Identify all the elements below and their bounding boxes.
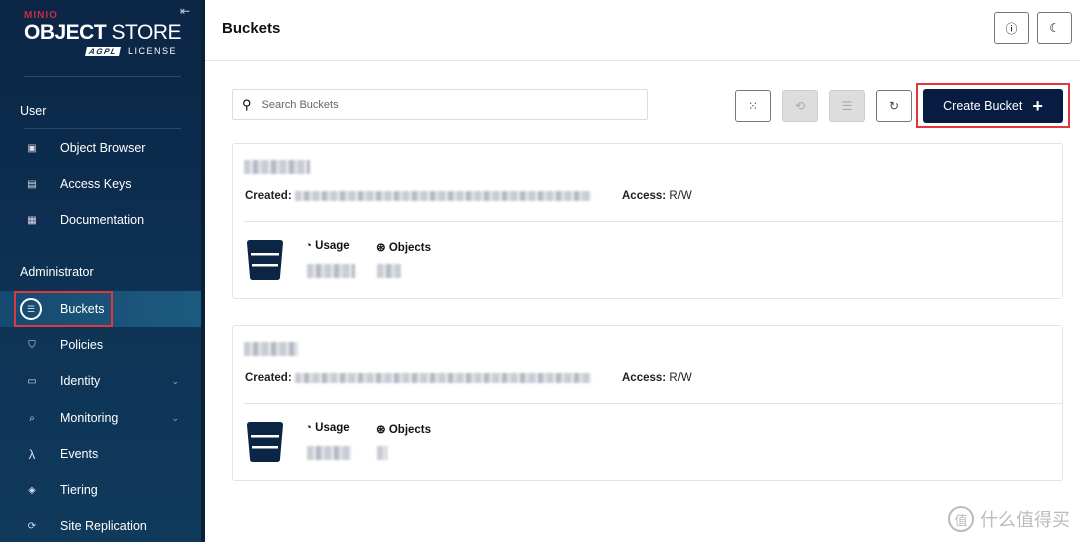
chevron-down-icon: ⌄: [171, 375, 179, 386]
sidebar-item-label: Tiering: [60, 483, 98, 497]
monitoring-icon: ⌕: [29, 412, 35, 424]
sidebar-item-label: Object Browser: [60, 141, 146, 155]
highlight-box: [14, 291, 113, 327]
sidebar-item-policies[interactable]: ⛉ Policies: [0, 327, 201, 363]
key-icon: ▤: [27, 178, 37, 190]
layers-icon: ◈: [28, 484, 36, 496]
usage-label: Usage: [315, 422, 350, 434]
usage-label: Usage: [315, 240, 350, 252]
sidebar-item-label: Policies: [60, 338, 104, 352]
minio-logo: MINIO OBJECT STORE AGPL LICENSE: [24, 10, 182, 56]
objects-value-redacted: [377, 446, 387, 460]
header-divider: [205, 60, 1080, 61]
access-value: R/W: [669, 190, 692, 202]
moon-icon: ☾: [1049, 21, 1060, 35]
replication-icon: ⟳: [27, 520, 37, 532]
create-bucket-button[interactable]: Create Bucket +: [923, 89, 1063, 123]
usage-value-redacted: [307, 264, 355, 278]
sidebar-item-monitoring[interactable]: ⌕ Monitoring ⌄: [0, 400, 201, 436]
created-label: Created:: [245, 190, 292, 202]
section-administrator: Administrator: [20, 265, 94, 279]
created-value-redacted: [294, 190, 591, 201]
sidebar-item-label: Access Keys: [60, 177, 132, 191]
grid-icon: ⁙: [747, 99, 759, 113]
sidebar-item-label: Documentation: [60, 213, 145, 227]
watermark-text: 什么值得买: [980, 510, 1070, 530]
collapse-sidebar-icon[interactable]: ⇤: [180, 4, 190, 18]
watermark: 值什么值得买: [948, 506, 1070, 532]
bucket-icon: [247, 240, 283, 280]
sidebar-item-events[interactable]: λ Events: [0, 436, 201, 472]
objects-label: Objects: [388, 424, 432, 436]
usage-icon: ◔: [305, 240, 312, 252]
sidebar-item-label: Site Replication: [60, 519, 147, 533]
search-input[interactable]: [261, 98, 622, 111]
main-content: Buckets ⓘ ☾ ⚲ ⁙ ⟲ ☰ ↻ Create Bucket + Cre…: [205, 0, 1080, 542]
sidebar-item-identity[interactable]: ▭ Identity ⌄: [0, 363, 201, 399]
sidebar-item-label: Identity: [60, 374, 101, 388]
sidebar-item-access-keys[interactable]: ▤ Access Keys: [0, 166, 201, 202]
bucket-icon: [247, 422, 283, 462]
sidebar-item-buckets[interactable]: ☰ Buckets: [0, 291, 201, 327]
delete-buckets-button[interactable]: ☰: [829, 90, 865, 122]
search-icon: ⚲: [242, 96, 252, 112]
shield-icon: ⛉: [28, 339, 36, 351]
bucket-name-redacted: [244, 342, 298, 356]
search-bar[interactable]: ⚲: [232, 89, 648, 120]
bucket-stack-icon: ☰: [841, 99, 853, 113]
agpl-badge: AGPL: [84, 47, 121, 56]
objects-value-redacted: [377, 264, 401, 278]
card-divider: [244, 221, 1062, 222]
sidebar-item-documentation[interactable]: ▦ Documentation: [0, 202, 201, 238]
objects-icon: ⊛: [376, 424, 386, 436]
replication-icon: ⟲: [794, 99, 806, 113]
logo-product-light: STORE: [111, 21, 182, 44]
created-label: Created:: [245, 372, 292, 384]
watermark-logo-icon: 值: [948, 506, 974, 532]
license-label: LICENSE: [127, 46, 177, 56]
bucket-card[interactable]: Created: Access: R/W ◔ Usage ⊛ Objects: [232, 325, 1063, 481]
usage-icon: ◔: [305, 422, 312, 434]
sidebar-item-label: Events: [60, 447, 99, 461]
bucket-card[interactable]: Created: Access: R/W ◔ Usage ⊛ Objects: [232, 143, 1063, 299]
access-value: R/W: [669, 372, 692, 384]
sidebar-item-site-replication[interactable]: ⟳ Site Replication: [0, 508, 201, 544]
sidebar: MINIO OBJECT STORE AGPL LICENSE ⇤ User ▣ O…: [0, 0, 205, 542]
usage-value-redacted: [307, 446, 351, 460]
access-label: Access:: [622, 190, 667, 202]
object-browser-icon: ▣: [27, 142, 37, 154]
objects-label: Objects: [388, 242, 432, 254]
page-title: Buckets: [222, 20, 281, 37]
objects-icon: ⊛: [376, 242, 386, 254]
chevron-down-icon: ⌄: [171, 412, 179, 423]
logo-product: OBJECT: [24, 21, 107, 44]
created-value-redacted: [294, 372, 591, 383]
bucket-name-redacted: [244, 160, 310, 174]
refresh-icon: ↻: [888, 99, 900, 113]
dark-mode-button[interactable]: ☾: [1037, 12, 1072, 44]
access-label: Access:: [622, 372, 667, 384]
lambda-icon: λ: [28, 446, 36, 462]
plus-icon: +: [1032, 95, 1043, 116]
sidebar-item-tiering[interactable]: ◈ Tiering: [0, 472, 201, 508]
help-icon: ⓘ: [1005, 21, 1018, 36]
grid-view-button[interactable]: ⁙: [735, 90, 771, 122]
help-button[interactable]: ⓘ: [994, 12, 1029, 44]
sidebar-item-object-browser[interactable]: ▣ Object Browser: [0, 130, 201, 166]
document-icon: ▦: [27, 214, 37, 226]
divider: [24, 128, 181, 129]
section-user: User: [20, 104, 47, 118]
card-divider: [244, 403, 1062, 404]
replication-button[interactable]: ⟲: [782, 90, 818, 122]
refresh-button[interactable]: ↻: [876, 90, 912, 122]
sidebar-item-label: Monitoring: [60, 411, 119, 425]
divider: [24, 76, 181, 77]
create-bucket-label: Create Bucket: [943, 99, 1023, 113]
identity-icon: ▭: [27, 375, 37, 387]
logo-brand: MINIO: [24, 10, 58, 21]
